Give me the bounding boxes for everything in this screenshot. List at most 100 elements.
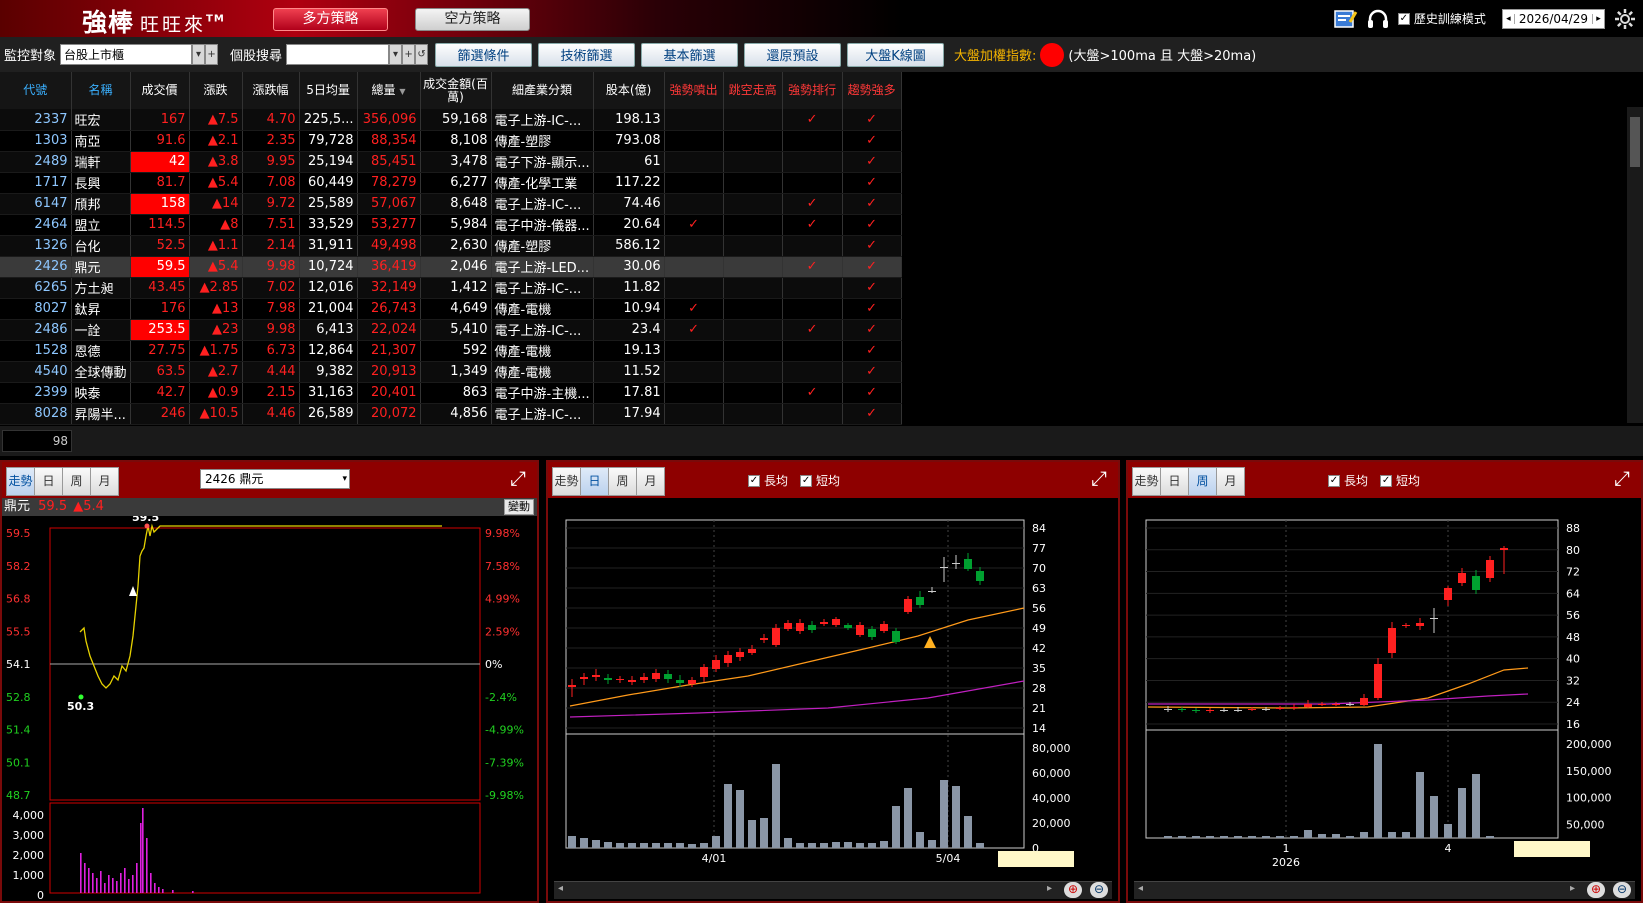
strength-rank-cell [782,361,843,383]
tab-weekly[interactable]: 周 [608,467,637,496]
change-pct-cell: 9.98 [242,256,300,278]
industry-cell: 電子下游-顯示... [491,151,594,173]
trend-bull-cell: ✓ [842,298,902,320]
col-header-capital[interactable]: 股本(億) [593,72,665,109]
search-add-icon[interactable]: + [402,44,416,65]
weekly-hscroll[interactable]: ◂ ▸ ⊕ ⊖ [1134,881,1635,899]
tab-monthly[interactable]: 月 [90,467,119,496]
filter-conditions-button[interactable]: 篩選條件 [435,42,533,67]
table-row[interactable]: 6147 頎邦 158 ▲14 9.72 25,589 57,067 8,648 電子上游-IC… [0,193,902,215]
tab-daily[interactable]: 日 [580,467,609,496]
zoom-out-icon[interactable]: ⊖ [1090,882,1108,898]
table-row[interactable]: 2337 旺宏 167 ▲7.5 4.70 225,5... 356,096 59,168 電子… [0,109,902,131]
expand-icon[interactable]: ⤢ [507,468,529,490]
index-kline-button[interactable]: 大盤K線圖 [847,42,945,67]
scroll-right-icon[interactable]: ▸ [1570,883,1575,894]
history-mode-checkbox[interactable]: ✓ [1397,12,1410,25]
monitor-add-icon[interactable]: + [205,44,219,65]
table-row[interactable]: 2486 一詮 253.5 ▲23 9.98 6,413 22,024 5,410 電子上游-I… [0,319,902,341]
amount-cell: 2,630 [420,235,492,257]
table-row[interactable]: 2399 映泰 42.7 ▲0.9 2.15 31,163 20,401 863 電子中游-主機… [0,382,902,404]
tab-daily[interactable]: 日 [34,467,63,496]
col-header-amount[interactable]: 成交金額(百萬) [420,72,492,109]
table-row[interactable]: 2489 瑞軒 42 ▲3.8 9.95 25,194 85,451 3,478 電子下游-顯示… [0,151,902,173]
zoom-in-icon[interactable]: ⊕ [1064,882,1082,898]
long-ma-checkbox[interactable]: ✓ [1328,474,1340,487]
zoom-in-icon[interactable]: ⊕ [1587,882,1605,898]
long-strategy-tab[interactable]: 多方策略 [273,8,388,31]
col-header-change[interactable]: 漲跌 [189,72,243,109]
short-ma-checkbox[interactable]: ✓ [800,474,813,487]
pct-tick-label: 0% [485,658,502,671]
capital-cell: 30.06 [593,256,665,278]
monitor-select[interactable]: 台股上市櫃 [60,44,193,65]
volume-bar [1206,836,1214,838]
daily-hscroll[interactable]: ◂ ▸ ⊕ ⊖ [554,881,1112,899]
candle-body [1472,576,1480,590]
col-header-avg5-volume[interactable]: 5日均量 [299,72,358,109]
col-header-name[interactable]: 名稱 [71,72,131,109]
table-row[interactable]: 6265 方土昶 43.45 ▲2.85 7.02 12,016 32,149 1,412 電子… [0,277,902,299]
capital-cell: 61 [593,151,665,173]
gear-icon[interactable] [1613,7,1637,31]
tab-weekly[interactable]: 周 [62,467,91,496]
stock-search-input[interactable] [286,44,390,65]
volume-tick-label: 3,000 [13,829,45,842]
prev-date-icon[interactable]: ◂ [1503,13,1515,24]
scroll-right-icon[interactable]: ▸ [1047,883,1052,894]
col-header-gap-up[interactable]: 跳空走高 [723,72,783,109]
tab-monthly[interactable]: 月 [636,467,665,496]
change-pct-cell: 4.70 [242,109,300,131]
price-tick-label: 56 [1032,602,1046,615]
technical-filter-button[interactable]: 技術篩選 [538,42,636,67]
reset-default-button[interactable]: 還原預設 [744,42,842,67]
expand-icon[interactable]: ⤢ [1088,468,1110,490]
daily-chart-panel: 走勢 日 周 月 ✓ 長均 ✓ 短均 ⤢ 84 77 70 63 56 49 42 35 28 21 1… [546,460,1120,903]
col-header-strong-burst[interactable]: 強勢噴出 [664,72,724,109]
zoom-out-icon[interactable]: ⊖ [1613,882,1631,898]
tab-intraday[interactable]: 走勢 [6,467,35,496]
monitor-dropdown-icon[interactable]: ▾ [192,44,206,65]
col-header-industry[interactable]: 細產業分類 [491,72,594,109]
next-date-icon[interactable]: ▸ [1592,13,1604,24]
scroll-left-icon[interactable]: ◂ [558,883,563,894]
table-row[interactable]: 4540 全球傳動 63.5 ▲2.7 4.44 9,382 20,913 1,349 傳產-電… [0,361,902,383]
tab-intraday[interactable]: 走勢 [552,467,581,496]
table-row[interactable]: 1528 恩德 27.75 ▲1.75 6.73 12,864 21,307 592 傳產-電機… [0,340,902,362]
col-header-code[interactable]: 代號 [0,72,72,109]
long-ma-checkbox[interactable]: ✓ [748,474,760,487]
table-row[interactable]: 2464 盟立 114.5 ▲8 7.51 33,529 53,277 5,984 電子中游-儀… [0,214,902,236]
expand-icon[interactable]: ⤢ [1611,468,1633,490]
table-row[interactable]: 8028 昇陽半... 246 ▲10.5 4.46 26,589 20,072 4,856 電… [0,403,902,425]
col-header-price[interactable]: 成交價 [130,72,190,109]
tab-weekly[interactable]: 周 [1188,467,1217,496]
table-scrollbar[interactable] [1627,107,1643,423]
table-row[interactable]: 1303 南亞 91.6 ▲2.1 2.35 79,728 88,354 8,108 傳產-塑膠… [0,130,902,152]
date-picker[interactable]: ◂ 2026/04/29 ▸ [1501,8,1605,29]
fundamental-filter-button[interactable]: 基本篩選 [641,42,739,67]
avg5-volume-cell: 26,589 [299,403,358,425]
amount-cell: 4,856 [420,403,492,425]
headset-icon[interactable] [1366,8,1390,30]
scroll-left-icon[interactable]: ◂ [1138,883,1143,894]
notebook-icon[interactable] [1332,8,1358,30]
short-ma-checkbox[interactable]: ✓ [1380,474,1393,487]
scrollbar-thumb[interactable] [1630,117,1640,167]
table-row[interactable]: 1717 長興 81.7 ▲5.4 7.08 60,449 78,279 6,277 傳產-化學… [0,172,902,194]
stock-select[interactable]: 2426 鼎元 ▾ [200,469,350,489]
search-reset-icon[interactable]: ↺ [415,44,429,65]
tab-daily[interactable]: 日 [1160,467,1189,496]
short-strategy-tab[interactable]: 空方策略 [415,8,530,31]
col-header-trend-bull[interactable]: 趨勢強多 [842,72,902,109]
detail-button[interactable]: 變動 [504,499,534,515]
tab-monthly[interactable]: 月 [1216,467,1245,496]
table-row[interactable]: 2426 鼎元 59.5 ▲5.4 9.98 10,724 36,419 2,046 電子上游-… [0,256,902,278]
table-row[interactable]: 1326 台化 52.5 ▲1.1 2.14 31,911 49,498 2,630 傳產-塑膠… [0,235,902,257]
col-header-total-volume[interactable]: 總量 ▼ [357,72,421,109]
table-row[interactable]: 8027 鈦昇 176 ▲13 7.98 21,004 26,743 4,649 傳產-電機 10… [0,298,902,320]
col-header-change-pct[interactable]: 漲跌幅 [242,72,300,109]
search-dropdown-icon[interactable]: ▾ [389,44,403,65]
candle-body [784,623,792,629]
tab-intraday[interactable]: 走勢 [1132,467,1161,496]
col-header-strength-rank[interactable]: 強勢排行 [782,72,843,109]
